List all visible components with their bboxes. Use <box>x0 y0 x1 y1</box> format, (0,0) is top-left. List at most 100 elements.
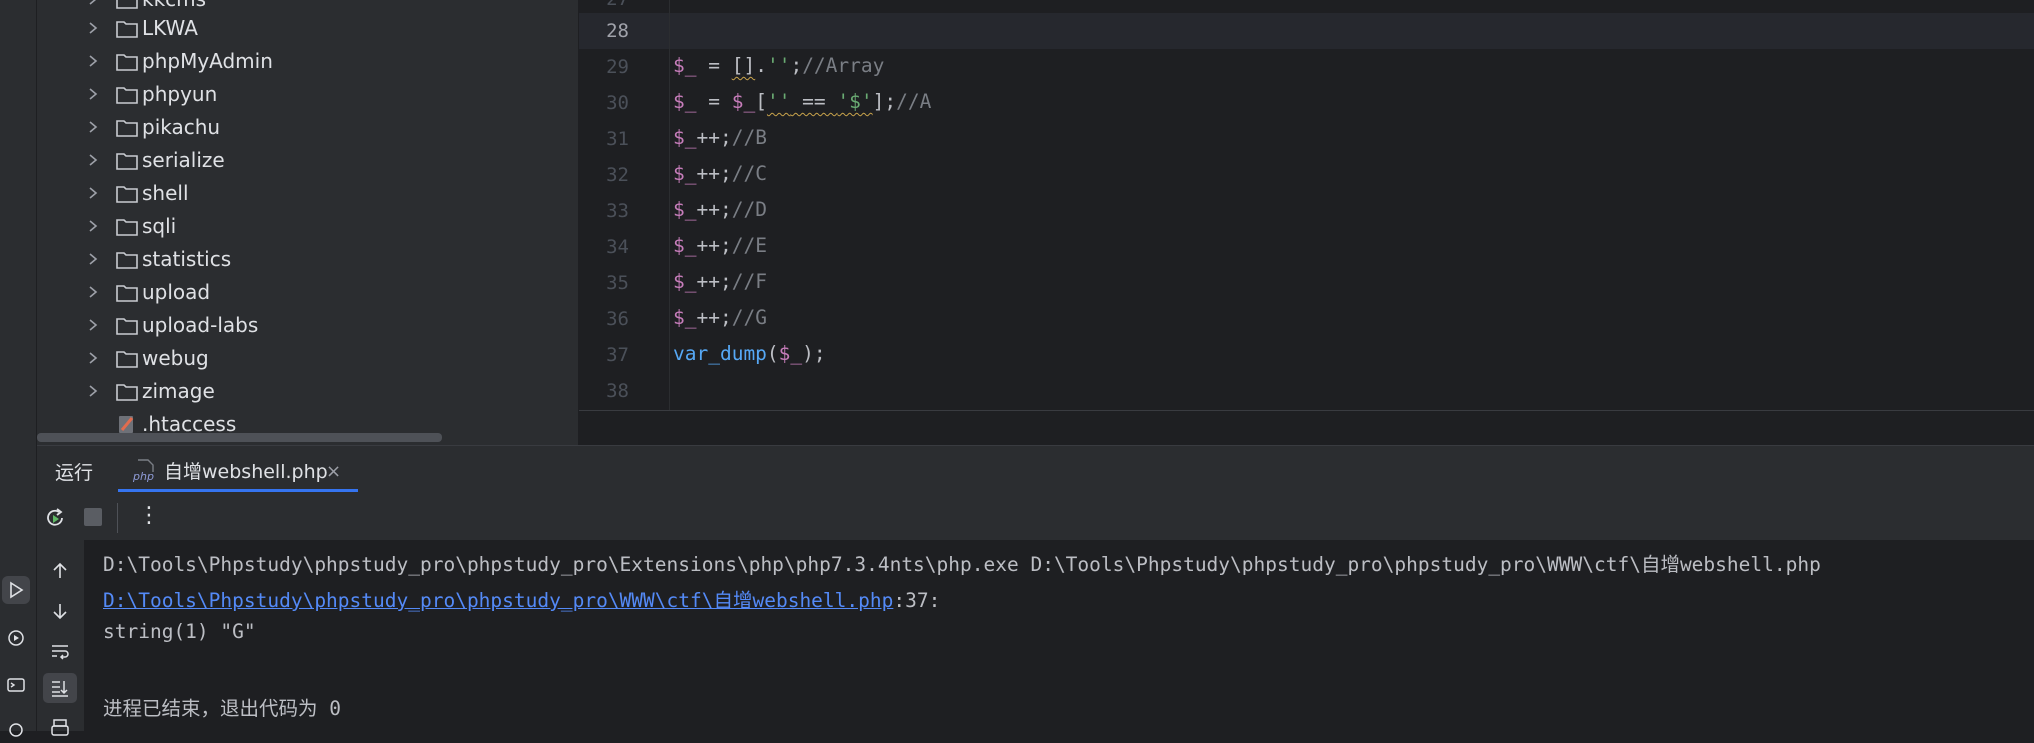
chevron-right-icon[interactable] <box>86 153 100 167</box>
code-token: ++; <box>696 162 732 185</box>
code-token: ++; <box>696 234 732 257</box>
code-line-34: $_++;//E <box>673 234 767 257</box>
folder-icon <box>116 384 138 401</box>
folder-icon <box>116 120 138 137</box>
tree-item-folder[interactable]: serialize <box>37 144 578 177</box>
line-number: 34 <box>606 236 629 258</box>
code-line-30: $_ = $_['' == '$'];//A <box>673 90 931 113</box>
more-options-icon[interactable]: ⋮ <box>138 503 160 528</box>
code-token: == <box>790 90 838 113</box>
file-link[interactable]: D:\Tools\Phpstudy\phpstudy_pro\phpstudy_… <box>103 589 893 612</box>
terminal-icon[interactable] <box>2 671 30 699</box>
code-token: . <box>755 54 767 77</box>
tree-item-folder[interactable]: sqli <box>37 210 578 243</box>
code-token: $_ <box>673 90 697 113</box>
scroll-up-icon[interactable] <box>43 556 77 586</box>
chevron-right-icon[interactable] <box>86 351 100 365</box>
code-line-32: $_++;//C <box>673 162 767 185</box>
scroll-down-icon[interactable] <box>43 596 77 626</box>
tab-run-config[interactable]: 自增webshell.php <box>164 457 328 484</box>
horizontal-scrollbar[interactable] <box>37 433 442 442</box>
project-tree: kkcms LKWA phpMyAdmin phpyun pikachu ser… <box>37 0 578 445</box>
code-token: $_ <box>673 270 697 293</box>
tree-item-label: LKWA <box>142 16 198 40</box>
tree-item-folder[interactable]: statistics <box>37 243 578 276</box>
chevron-right-icon[interactable] <box>86 87 100 101</box>
chevron-right-icon[interactable] <box>86 252 100 266</box>
line-number: 37 <box>606 344 629 366</box>
tree-item-folder[interactable]: phpMyAdmin <box>37 45 578 78</box>
tree-item-folder[interactable]: upload <box>37 276 578 309</box>
rerun-icon[interactable] <box>42 505 68 531</box>
code-comment: //C <box>731 162 767 185</box>
soft-wrap-icon[interactable] <box>43 636 77 666</box>
tree-item-label: upload <box>142 280 211 304</box>
code-token: $_ <box>673 54 697 77</box>
tree-item-folder[interactable]: zimage <box>37 375 578 408</box>
tree-item-label: phpMyAdmin <box>142 49 273 73</box>
code-token: $_ <box>673 126 697 149</box>
active-tab-indicator <box>118 489 358 492</box>
tree-item-folder[interactable]: phpyun <box>37 78 578 111</box>
tool-window-strip <box>0 0 37 737</box>
folder-icon <box>116 252 138 269</box>
tree-item-label: sqli <box>142 214 177 238</box>
chevron-right-icon[interactable] <box>86 120 100 134</box>
tree-item-folder[interactable]: LKWA <box>37 12 578 45</box>
chevron-right-icon[interactable] <box>86 318 100 332</box>
code-comment: //E <box>731 234 767 257</box>
line-number: 32 <box>606 164 629 186</box>
code-line-37: var_dump($_); <box>673 342 826 365</box>
stop-icon[interactable] <box>84 508 102 526</box>
tree-item-folder[interactable]: webug <box>37 342 578 375</box>
problems-icon[interactable] <box>2 714 30 742</box>
code-line-31: $_++;//B <box>673 126 767 149</box>
code-token: ]; <box>872 90 897 113</box>
console-exit-message: 进程已结束，退出代码为 0 <box>103 697 341 720</box>
tree-item-folder[interactable]: shell <box>37 177 578 210</box>
code-token: = <box>696 90 732 113</box>
scroll-to-end-icon[interactable] <box>43 673 77 703</box>
toolbar-separator <box>117 503 118 533</box>
tree-item-folder[interactable]: upload-labs <box>37 309 578 342</box>
folder-icon <box>116 0 138 9</box>
tree-item-label: serialize <box>142 148 225 172</box>
code-token: '' <box>766 90 791 113</box>
services-icon[interactable] <box>2 624 30 652</box>
line-number: 35 <box>606 272 629 294</box>
line-suffix: :37: <box>893 589 941 612</box>
line-number: 30 <box>606 92 629 114</box>
line-number: 31 <box>606 128 629 150</box>
print-icon[interactable] <box>43 713 77 743</box>
folder-icon <box>116 285 138 302</box>
chevron-right-icon[interactable] <box>86 21 100 35</box>
chevron-right-icon[interactable] <box>86 186 100 200</box>
code-token: var_dump <box>673 342 767 365</box>
folder-icon <box>116 351 138 368</box>
code-line-35: $_++;//F <box>673 270 767 293</box>
chevron-right-icon[interactable] <box>86 0 100 6</box>
tree-item-label: phpyun <box>142 82 218 106</box>
run-toolbar <box>37 493 2034 541</box>
line-number: 38 <box>606 380 629 402</box>
console-command-line: D:\Tools\Phpstudy\phpstudy_pro\phpstudy_… <box>103 553 1821 576</box>
chevron-right-icon[interactable] <box>86 285 100 299</box>
tree-item-label: upload-labs <box>142 313 259 337</box>
chevron-right-icon[interactable] <box>86 54 100 68</box>
code-token: '' <box>766 54 791 77</box>
run-tool-icon[interactable] <box>2 576 30 604</box>
code-token: $_ <box>731 90 756 113</box>
close-tab-icon[interactable]: × <box>326 461 341 482</box>
folder-icon <box>116 87 138 104</box>
chevron-right-icon[interactable] <box>86 384 100 398</box>
code-token: $_ <box>673 306 697 329</box>
code-comment: //G <box>731 306 767 329</box>
code-token: ++; <box>696 306 732 329</box>
php-file-icon: php <box>132 459 154 482</box>
code-token: ++; <box>696 198 732 221</box>
chevron-right-icon[interactable] <box>86 219 100 233</box>
htaccess-file-icon <box>119 416 134 433</box>
line-number: 29 <box>606 56 629 78</box>
tree-item-label: webug <box>142 346 209 370</box>
tree-item-folder[interactable]: pikachu <box>37 111 578 144</box>
